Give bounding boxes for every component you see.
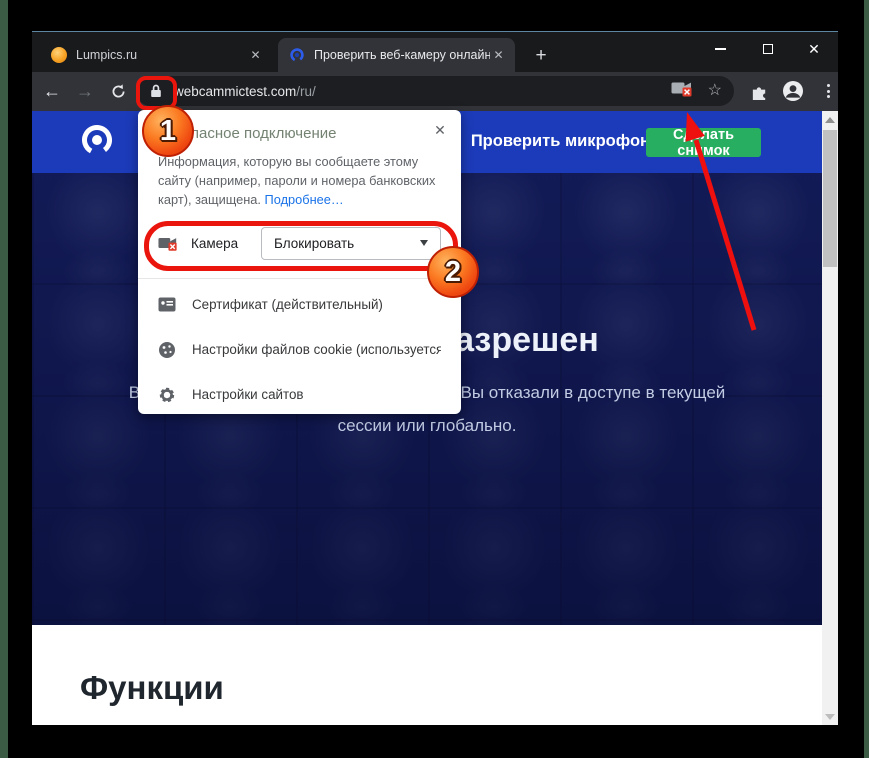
tab-close-icon[interactable]: ✕ xyxy=(247,47,264,64)
window-maximize-button[interactable] xyxy=(752,37,784,61)
url-path: /ru/ xyxy=(296,84,316,99)
url-host: webcammictest.com xyxy=(174,84,296,99)
back-button[interactable]: ← xyxy=(38,77,66,105)
popup-close-button[interactable]: ✕ xyxy=(429,119,451,141)
annotation-highlight-camera-row xyxy=(144,221,458,271)
certificate-item[interactable]: Сертификат (действительный) xyxy=(158,282,441,327)
window-minimize-button[interactable] xyxy=(704,37,736,61)
desktop-edge-right xyxy=(864,0,869,758)
popup-description: Информация, которую вы сообщаете этому с… xyxy=(158,152,450,209)
tab-lumpics[interactable]: Lumpics.ru ✕ xyxy=(40,38,272,72)
minimize-icon xyxy=(715,48,726,50)
page-scrollbar[interactable] xyxy=(822,111,838,725)
popup-menu: Сертификат (действительный) Настройки фа… xyxy=(158,282,441,414)
certificate-icon xyxy=(158,297,178,312)
take-snapshot-button[interactable]: Сделать снимок xyxy=(646,128,761,157)
tab-title: Lumpics.ru xyxy=(76,48,247,62)
site-logo[interactable] xyxy=(74,119,120,170)
annotation-step-1-badge: 1 xyxy=(142,105,194,157)
profile-button[interactable] xyxy=(780,78,806,104)
reload-button[interactable] xyxy=(104,77,132,105)
avatar-icon xyxy=(782,80,804,102)
url-text: webcammictest.com/ru/ xyxy=(174,84,316,99)
forward-button[interactable]: → xyxy=(71,77,99,105)
tab-strip: Lumpics.ru ✕ Проверить веб-камеру онлайн… xyxy=(32,32,838,72)
reload-icon xyxy=(110,83,127,100)
maximize-icon xyxy=(763,44,773,54)
webcam-logo-icon xyxy=(74,119,120,165)
camera-blocked-icon xyxy=(671,80,693,97)
popup-title: Безопасное подключение xyxy=(158,125,441,142)
menu-dots-icon xyxy=(827,84,830,87)
address-bar[interactable]: webcammictest.com/ru/ ☆ xyxy=(136,76,734,106)
scroll-down-arrow-icon[interactable] xyxy=(825,714,835,720)
webcam-site-favicon-icon xyxy=(289,47,305,63)
tab-close-icon[interactable]: ✕ xyxy=(490,47,507,64)
camera-blocked-button[interactable] xyxy=(671,80,693,102)
extensions-button[interactable] xyxy=(746,78,772,104)
site-settings-label: Настройки сайтов xyxy=(192,387,304,402)
new-tab-button[interactable]: + xyxy=(528,43,554,69)
desktop-edge-left xyxy=(0,0,8,758)
features-title: Функции xyxy=(80,669,224,707)
tab-webcamtest[interactable]: Проверить веб-камеру онлайн ✕ xyxy=(278,38,515,72)
nav-check-microphone[interactable]: Проверить микрофон xyxy=(471,132,650,151)
scrollbar-thumb[interactable] xyxy=(823,130,837,267)
popup-divider xyxy=(138,278,461,279)
learn-more-link[interactable]: Подробнее… xyxy=(265,192,344,207)
site-settings-item[interactable]: Настройки сайтов xyxy=(158,372,441,414)
gear-icon xyxy=(158,386,178,404)
window-close-button[interactable]: ✕ xyxy=(798,37,830,61)
cookie-icon xyxy=(158,341,178,359)
lumpics-favicon-icon xyxy=(51,47,67,63)
scroll-up-arrow-icon[interactable] xyxy=(825,117,835,123)
annotation-step-2-badge: 2 xyxy=(427,246,479,298)
features-section: Функции xyxy=(32,625,822,725)
tab-title: Проверить веб-камеру онлайн xyxy=(314,48,490,62)
browser-menu-button[interactable] xyxy=(815,78,841,104)
puzzle-icon xyxy=(750,82,769,101)
cookies-item[interactable]: Настройки файлов cookie (используется 3 … xyxy=(158,327,441,372)
cookies-label: Настройки файлов cookie (используется 3 … xyxy=(192,342,441,357)
omnibox-right-icons: ☆ xyxy=(671,80,722,102)
screenshot-stage: Lumpics.ru ✕ Проверить веб-камеру онлайн… xyxy=(0,0,869,758)
certificate-label: Сертификат (действительный) xyxy=(192,297,383,312)
bookmark-star-button[interactable]: ☆ xyxy=(708,83,722,99)
